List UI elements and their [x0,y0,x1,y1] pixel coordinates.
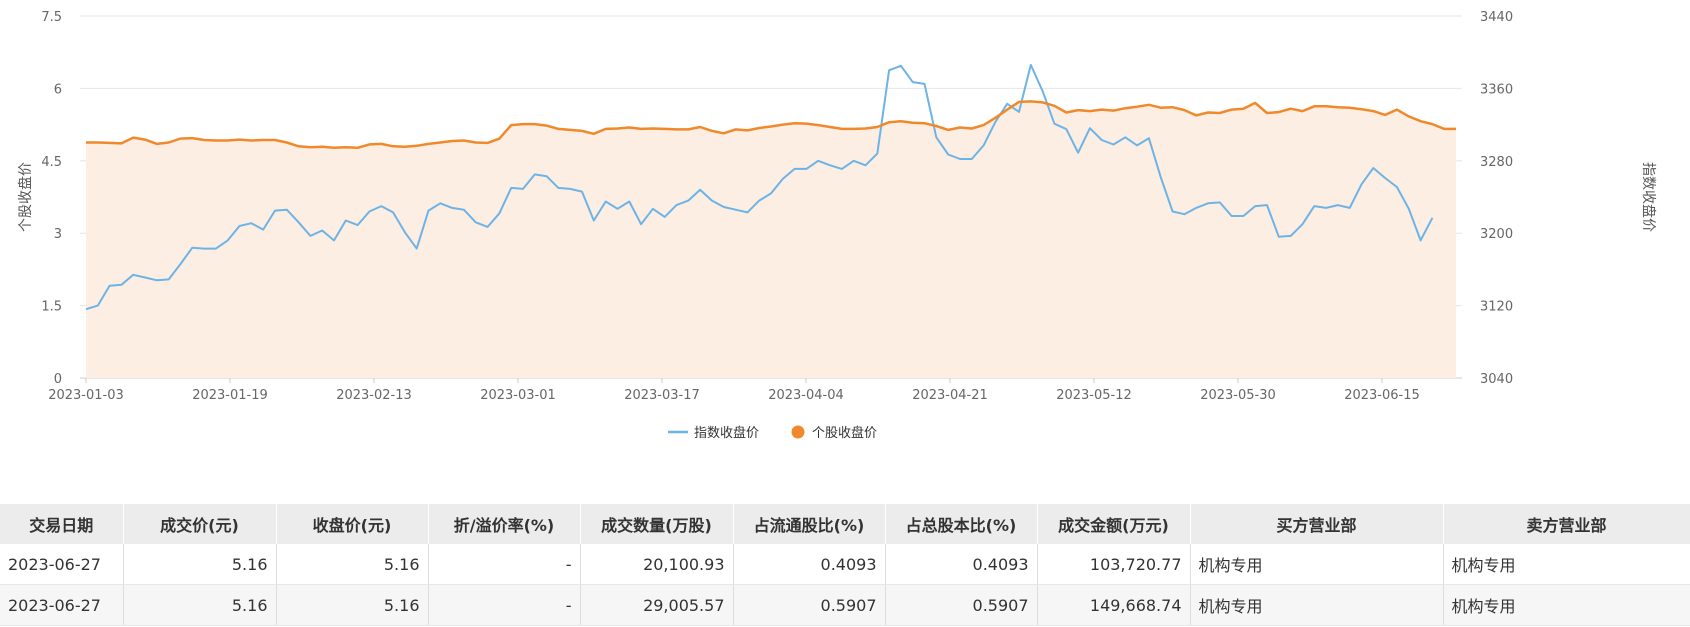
cell-premium-rate: - [428,584,581,626]
header-close-price[interactable]: 收盘价(元) [276,504,429,544]
header-buyer[interactable]: 买方营业部 [1190,504,1444,544]
y-left-tick-label: 6 [54,82,62,97]
cell-total-ratio: 0.4093 [885,544,1038,585]
cell-amount: 103,720.77 [1037,544,1191,585]
y-left-tick-label: 4.5 [41,155,62,170]
cell-trade-date: 2023-06-27 [0,544,124,585]
cell-seller: 机构专用 [1443,584,1690,626]
table-header-row: 交易日期 成交价(元) 收盘价(元) 折/溢价率(%) 成交数量(万股) 占流通… [0,504,1690,544]
y-left-axis-title: 个股收盘价 [17,162,34,232]
x-tick-label: 2023-01-03 [48,388,124,403]
header-amount[interactable]: 成交金额(万元) [1037,504,1191,544]
price-chart: 0 1.5 3 4.5 6 7.5 3040 3120 3200 3280 3360 3440 个股收盘… [0,0,1690,500]
header-float-ratio[interactable]: 占流通股比(%) [733,504,886,544]
cell-float-ratio: 0.5907 [733,584,886,626]
y-right-tick-label: 3440 [1480,10,1513,25]
table-row: 2023-06-27 5.16 5.16 - 20,100.93 0.4093 … [0,544,1690,585]
x-tick-label: 2023-05-12 [1056,388,1132,403]
x-tick-label: 2023-03-17 [624,388,700,403]
cell-premium-rate: - [428,544,581,585]
cell-close-price: 5.16 [276,584,429,626]
x-tick-label: 2023-04-04 [768,388,844,403]
legend-stock-marker [791,425,805,439]
y-right-tick-label: 3360 [1480,82,1513,97]
cell-buyer: 机构专用 [1190,544,1444,585]
cell-volume: 20,100.93 [580,544,734,585]
y-right-tick-label: 3120 [1480,300,1513,315]
y-left-tick-label: 7.5 [41,10,62,25]
cell-trade-date: 2023-06-27 [0,584,124,626]
cell-total-ratio: 0.5907 [885,584,1038,626]
y-left-tick-label: 3 [54,227,62,242]
x-tick-label: 2023-04-21 [912,388,988,403]
x-tick-label: 2023-01-19 [192,388,268,403]
header-volume[interactable]: 成交数量(万股) [580,504,734,544]
block-trade-table: 交易日期 成交价(元) 收盘价(元) 折/溢价率(%) 成交数量(万股) 占流通… [0,504,1690,626]
y-right-tick-label: 3040 [1480,372,1513,387]
y-right-tick-label: 3200 [1480,227,1513,242]
legend-index-label: 指数收盘价 [694,425,759,441]
x-tick-label: 2023-05-30 [1200,388,1276,403]
chart-svg: 0 1.5 3 4.5 6 7.5 3040 3120 3200 3280 3360 3440 个股收盘… [17,10,1657,441]
legend-stock-label: 个股收盘价 [812,425,877,441]
y-right-tick-label: 3280 [1480,155,1513,170]
header-seller[interactable]: 卖方营业部 [1443,504,1690,544]
x-tick-label: 2023-02-13 [336,388,412,403]
y-left-tick-label: 1.5 [41,300,62,315]
x-tick-label: 2023-06-15 [1344,388,1420,403]
header-premium-rate[interactable]: 折/溢价率(%) [428,504,581,544]
cell-seller: 机构专用 [1443,544,1690,585]
header-total-ratio[interactable]: 占总股本比(%) [885,504,1038,544]
cell-amount: 149,668.74 [1037,584,1191,626]
x-tick-label: 2023-03-01 [480,388,556,403]
table-row: 2023-06-27 5.16 5.16 - 29,005.57 0.5907 … [0,584,1690,626]
header-trade-price[interactable]: 成交价(元) [123,504,277,544]
cell-close-price: 5.16 [276,544,429,585]
header-trade-date[interactable]: 交易日期 [0,504,124,544]
cell-volume: 29,005.57 [580,584,734,626]
cell-buyer: 机构专用 [1190,584,1444,626]
y-right-axis-title: 指数收盘价 [1640,162,1657,232]
cell-trade-price: 5.16 [123,544,277,585]
y-left-tick-label: 0 [54,372,62,387]
cell-float-ratio: 0.4093 [733,544,886,585]
cell-trade-price: 5.16 [123,584,277,626]
